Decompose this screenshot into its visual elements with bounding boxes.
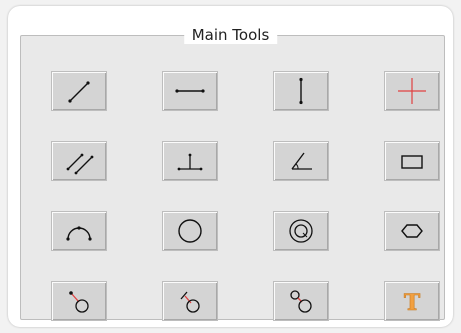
parallel-lines-tool-button[interactable] — [51, 141, 107, 181]
text-tool-icon: T — [404, 290, 422, 315]
text-tool-button[interactable]: T — [384, 281, 440, 321]
angle-icon — [291, 152, 312, 170]
arc-tool-button[interactable] — [51, 211, 107, 251]
circle-line-icon — [180, 291, 200, 313]
crosshair-tool-button[interactable] — [384, 71, 440, 111]
line-tool-button[interactable] — [51, 71, 107, 111]
parallel-lines-icon — [66, 153, 94, 175]
rectangle-tool-button[interactable] — [384, 141, 440, 181]
circle-icon — [178, 219, 202, 243]
hexagon-icon — [401, 224, 423, 238]
main-tools-panel: T Main Tools — [8, 6, 453, 327]
circle-tool-button[interactable] — [162, 211, 218, 251]
vertical-line-tool-button[interactable] — [273, 71, 329, 111]
arc-icon — [66, 226, 92, 241]
concentric-circles-tool-button[interactable] — [273, 211, 329, 251]
crosshair-icon — [398, 78, 426, 104]
two-circles-icon — [290, 290, 312, 313]
circle-tangent-line-tool-button[interactable] — [51, 281, 107, 321]
perpendicular-tool-button[interactable] — [162, 141, 218, 181]
line-icon — [68, 81, 90, 103]
circle-tangent-line-icon — [69, 291, 89, 313]
two-circles-tool-button[interactable] — [273, 281, 329, 321]
rectangle-icon — [401, 155, 423, 169]
tools-grid: T — [51, 71, 440, 321]
vertical-line-icon — [299, 77, 303, 105]
concentric-circles-icon — [289, 219, 313, 243]
angle-tool-button[interactable] — [273, 141, 329, 181]
svg-text:T: T — [404, 290, 421, 315]
perpendicular-icon — [177, 153, 203, 171]
hexagon-tool-button[interactable] — [384, 211, 440, 251]
horizontal-line-icon — [175, 89, 205, 93]
horizontal-line-tool-button[interactable] — [162, 71, 218, 111]
circle-line-tool-button[interactable] — [162, 281, 218, 321]
group-title: Main Tools — [183, 26, 278, 44]
tools-groupbox: T — [20, 35, 445, 321]
